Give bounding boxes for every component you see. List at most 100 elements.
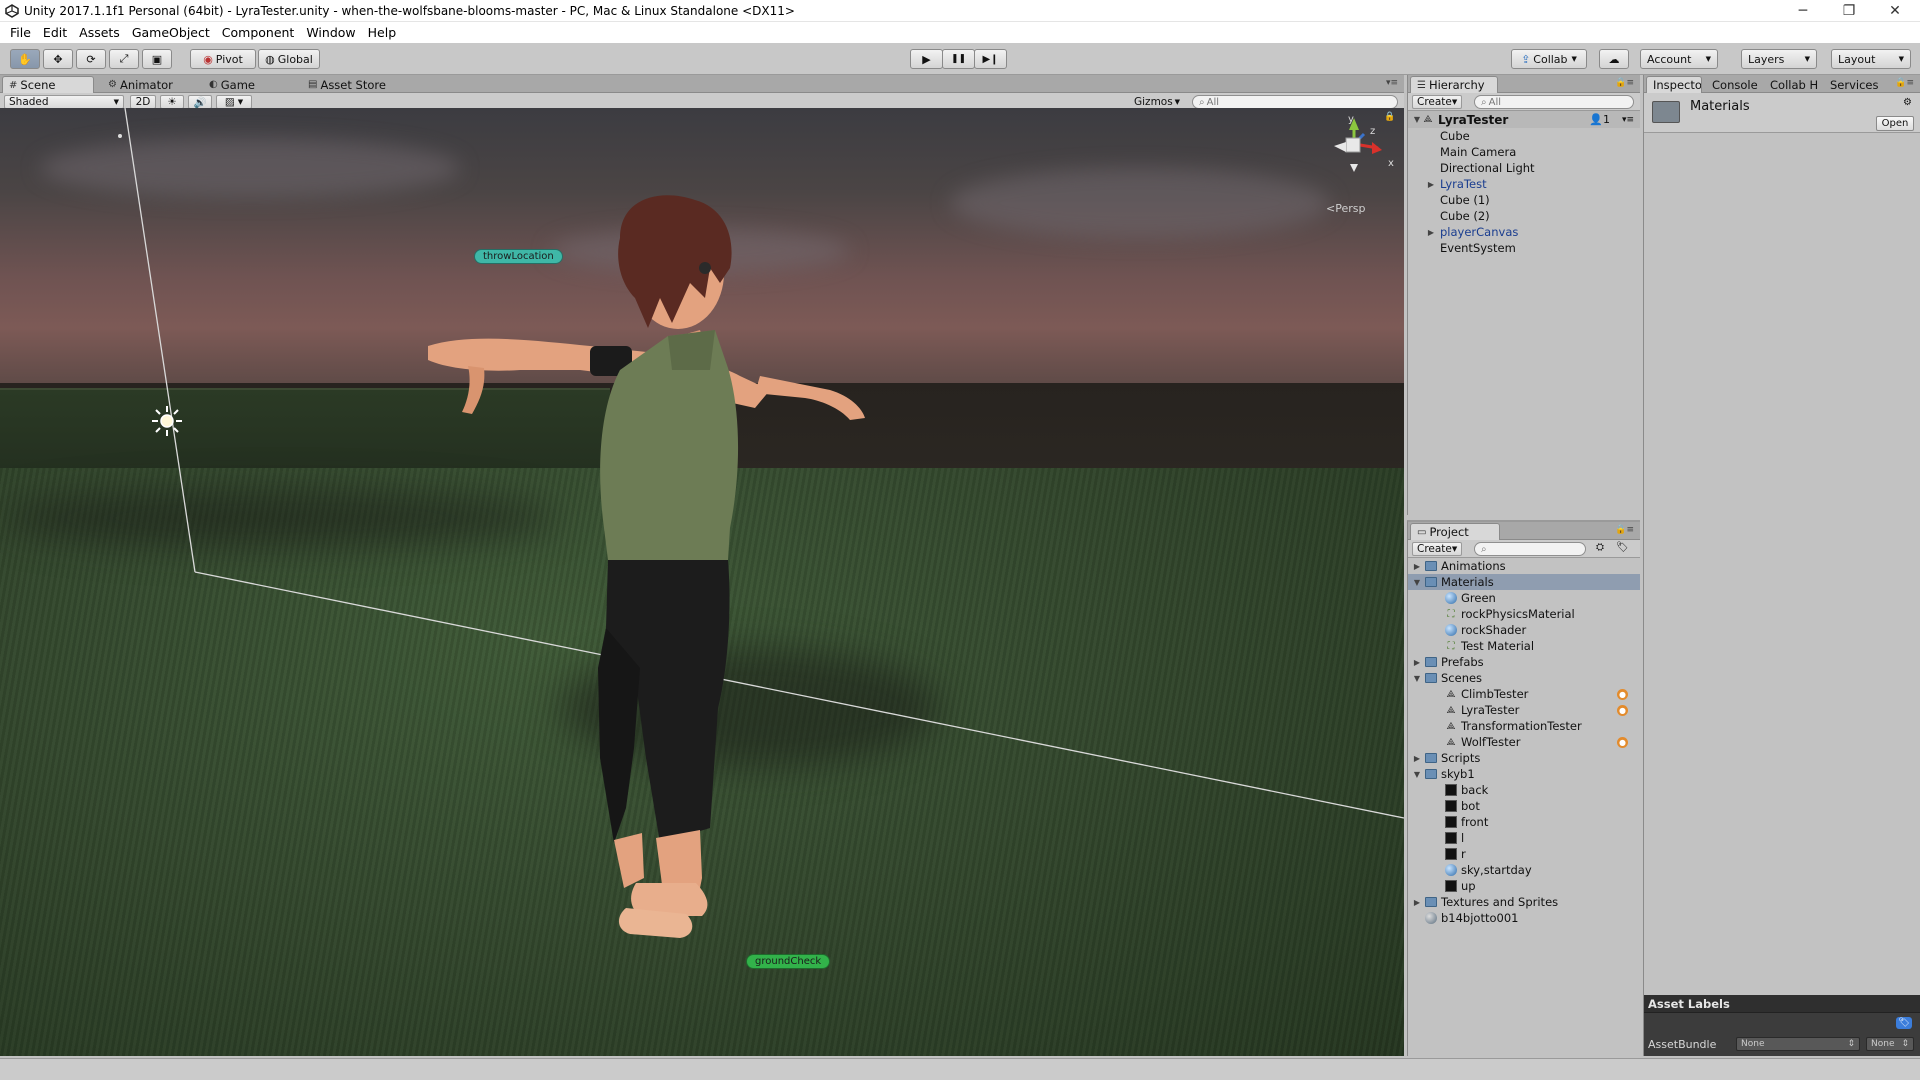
maximize-button[interactable]: ❐ (1829, 0, 1869, 22)
panel-menu-icon[interactable]: ▾≡ (1386, 78, 1398, 88)
tab-inspector[interactable]: Inspecto (1646, 76, 1702, 93)
project-item[interactable]: bot (1408, 798, 1640, 814)
fold-right-icon[interactable]: ▶ (1412, 898, 1422, 907)
panel-menu-icon[interactable]: 🔒≡ (1895, 78, 1914, 88)
tab-asset-store[interactable]: ▤ Asset Store (302, 76, 392, 93)
play-button[interactable]: ▶ (910, 49, 943, 69)
project-item[interactable]: sky,startday (1408, 862, 1640, 878)
menu-help[interactable]: Help (362, 25, 403, 40)
project-item[interactable]: up (1408, 878, 1640, 894)
minimize-button[interactable]: ─ (1783, 0, 1823, 22)
menu-edit[interactable]: Edit (37, 25, 73, 40)
hierarchy-search-input[interactable]: ⌕ All (1474, 95, 1634, 109)
scene-search-input[interactable]: ⌕ All (1192, 95, 1398, 109)
settings-gear-icon[interactable]: ⚙ (1903, 97, 1912, 108)
menu-component[interactable]: Component (216, 25, 301, 40)
fold-down-icon[interactable]: ▼ (1412, 770, 1422, 779)
assetbundle-variant-dropdown[interactable]: None ⇕ (1866, 1037, 1914, 1051)
lock-icon[interactable]: 🔒 (1384, 112, 1395, 122)
project-item[interactable]: ⟁ LyraTester ● (1408, 702, 1640, 718)
tab-scene[interactable]: # Scene (2, 76, 94, 93)
project-item[interactable]: ▶ Animations (1408, 558, 1640, 574)
project-item[interactable]: ⛶ rockPhysicsMaterial (1408, 606, 1640, 622)
persp-toggle[interactable]: <Persp (1326, 202, 1365, 215)
step-button[interactable]: ▶❙ (974, 49, 1007, 69)
project-item[interactable]: ⟁ TransformationTester (1408, 718, 1640, 734)
filter-label-icon[interactable]: 🏷 (1616, 542, 1629, 553)
ground-check-label[interactable]: groundCheck (746, 954, 831, 969)
hierarchy-item[interactable]: EventSystem (1408, 240, 1640, 256)
audio-toggle[interactable]: 🔊 (188, 95, 212, 109)
project-item[interactable]: ▶ Scripts (1408, 750, 1640, 766)
project-item[interactable]: ⟁ ClimbTester ● (1408, 686, 1640, 702)
tab-services[interactable]: Services (1824, 76, 1888, 93)
project-item[interactable]: ⟁ WolfTester ● (1408, 734, 1640, 750)
collab-dropdown[interactable]: ⇪ Collab ▼ (1511, 49, 1587, 69)
hierarchy-item[interactable]: ▶ LyraTest (1408, 176, 1640, 192)
assetbundle-dropdown[interactable]: None ⇕ (1736, 1037, 1860, 1051)
fold-right-icon[interactable]: ▶ (1412, 658, 1422, 667)
effects-dropdown[interactable]: ▨ ▼ (216, 95, 252, 109)
panel-menu-icon[interactable]: 🔒≡ (1615, 525, 1634, 535)
hierarchy-item[interactable]: Cube (1) (1408, 192, 1640, 208)
tab-console[interactable]: Console (1706, 76, 1764, 93)
layout-dropdown[interactable]: Layout ▼ (1831, 49, 1911, 69)
close-window-button[interactable]: ✕ (1875, 0, 1915, 22)
project-item[interactable]: l (1408, 830, 1640, 846)
hierarchy-create-dropdown[interactable]: Create ▼ (1412, 95, 1462, 109)
project-item[interactable]: back (1408, 782, 1640, 798)
move-tool-button[interactable]: ✥ (43, 49, 73, 69)
menu-gameobject[interactable]: GameObject (126, 25, 216, 40)
pause-button[interactable]: ❚❚ (942, 49, 975, 69)
project-create-dropdown[interactable]: Create ▼ (1412, 542, 1462, 556)
tag-icon[interactable]: 🏷 (1896, 1017, 1912, 1029)
hierarchy-item[interactable]: Main Camera (1408, 144, 1640, 160)
hand-tool-button[interactable]: ✋ (10, 49, 40, 69)
project-item[interactable]: front (1408, 814, 1640, 830)
project-item[interactable]: ▶ Textures and Sprites (1408, 894, 1640, 910)
hierarchy-item[interactable]: Cube (1408, 128, 1640, 144)
mode-2d-toggle[interactable]: 2D (130, 95, 156, 109)
scene-viewport[interactable]: throwLocation groundCheck y z x 🔒 <Persp (0, 108, 1404, 1056)
open-button[interactable]: Open (1876, 116, 1914, 131)
rect-tool-button[interactable]: ▣ (142, 49, 172, 69)
fold-right-icon[interactable]: ▶ (1412, 562, 1422, 571)
project-item[interactable]: b14bjotto001 (1408, 910, 1640, 926)
fold-down-icon[interactable]: ▼ (1412, 674, 1422, 683)
scale-tool-button[interactable]: ⤢ (109, 49, 139, 69)
hierarchy-item[interactable]: Directional Light (1408, 160, 1640, 176)
lighting-toggle[interactable]: ☀ (160, 95, 184, 109)
directional-light-icon[interactable] (150, 404, 184, 438)
tab-collab-history[interactable]: Collab H (1764, 76, 1824, 93)
tab-game[interactable]: ◐ Game (203, 76, 261, 93)
tab-hierarchy[interactable]: ☰ Hierarchy (1410, 76, 1498, 93)
pivot-toggle[interactable]: ◉ Pivot (190, 49, 256, 69)
project-item[interactable]: ⛶ Test Material (1408, 638, 1640, 654)
fold-right-icon[interactable]: ▶ (1412, 754, 1422, 763)
rotate-tool-button[interactable]: ⟳ (76, 49, 106, 69)
project-item[interactable]: Green (1408, 590, 1640, 606)
filter-type-icon[interactable]: ⛭ (1596, 542, 1604, 553)
menu-file[interactable]: File (4, 25, 37, 40)
hierarchy-item[interactable]: Cube (2) (1408, 208, 1640, 224)
orientation-gizmo[interactable] (1320, 114, 1400, 184)
account-dropdown[interactable]: Account ▼ (1640, 49, 1718, 69)
layers-dropdown[interactable]: Layers ▼ (1741, 49, 1817, 69)
fold-right-icon[interactable]: ▶ (1426, 180, 1436, 189)
shading-dropdown[interactable]: Shaded ▼ (4, 95, 124, 109)
hierarchy-item[interactable]: ▶ playerCanvas (1408, 224, 1640, 240)
panel-menu-icon[interactable]: 🔒≡ (1615, 78, 1634, 88)
fold-down-icon[interactable]: ▼ (1412, 115, 1422, 124)
project-item[interactable]: ▼ Materials (1408, 574, 1640, 590)
fold-right-icon[interactable]: ▶ (1426, 228, 1436, 237)
project-search-input[interactable]: ⌕ (1474, 542, 1586, 556)
throw-location-label[interactable]: throwLocation (474, 249, 563, 264)
project-item[interactable]: rockShader (1408, 622, 1640, 638)
tab-project[interactable]: ▭ Project (1410, 523, 1500, 540)
project-item[interactable]: ▼ skyb1 (1408, 766, 1640, 782)
fold-down-icon[interactable]: ▼ (1412, 578, 1422, 587)
global-toggle[interactable]: ◍ Global (258, 49, 320, 69)
menu-window[interactable]: Window (300, 25, 361, 40)
gizmos-dropdown[interactable]: Gizmos ▼ (1130, 95, 1184, 109)
project-item[interactable]: ▼ Scenes (1408, 670, 1640, 686)
